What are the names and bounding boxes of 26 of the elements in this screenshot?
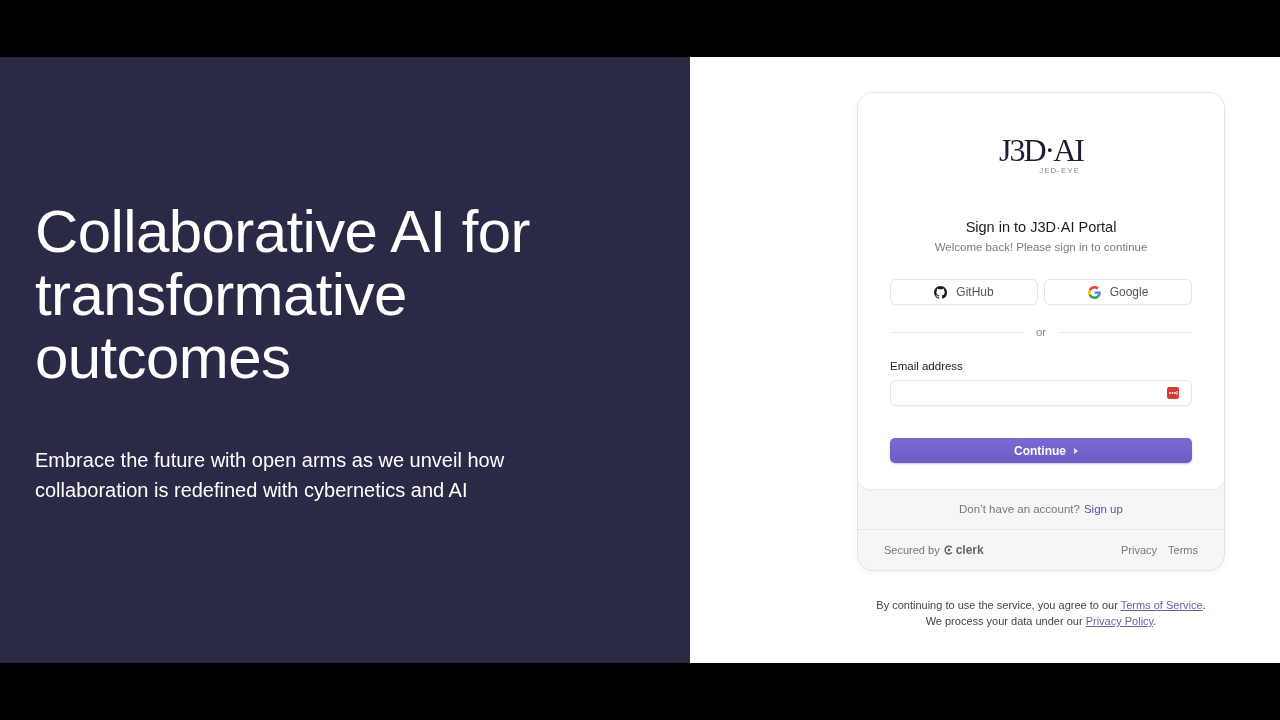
policy-link[interactable]: Terms of Service [1120,599,1203,611]
logo-wordmark: J3D·AI [999,133,1083,167]
c-mark-icon [943,545,954,555]
card-subtitle: Welcome back! Please sign in to continue [933,240,1149,255]
github-sign-in-button[interactable]: GitHub [890,279,1038,305]
github-icon [934,285,948,299]
signup-prompt: Don’t have an account? [959,503,1080,515]
logo-tagline: JED-EYE [1039,166,1080,176]
card-title: Sign in to J3D·AI Portal [964,218,1118,237]
email-field[interactable] [890,380,1192,406]
secured-by-text: Secured by [884,544,940,556]
continue-button[interactable]: Continue [890,438,1192,463]
google-sign-in-button[interactable]: Google [1044,279,1192,305]
brand-name: clerk [955,543,984,557]
google-icon [1087,285,1101,299]
caret-icon [1074,447,1078,454]
hero-heading: Collaborative AI for transformative outcomes [35,199,531,389]
divider-text: or [1035,325,1047,340]
footer-link[interactable]: Terms [1168,544,1198,556]
email-label: Email address [890,359,964,373]
legal-notice: By continuing to use the service, you agree to our Terms of Service. [876,598,1206,613]
legal-notice: We process your data under our Privacy Policy. [925,614,1157,629]
hero-description: Embrace the future with open arms as we unveil how collaboration is redefined with cybernetics and AI [35,447,506,503]
sign-up-link[interactable]: Sign up [1083,503,1123,515]
dots-tile-icon [1167,387,1179,399]
footer-link[interactable]: Privacy [1121,544,1158,556]
